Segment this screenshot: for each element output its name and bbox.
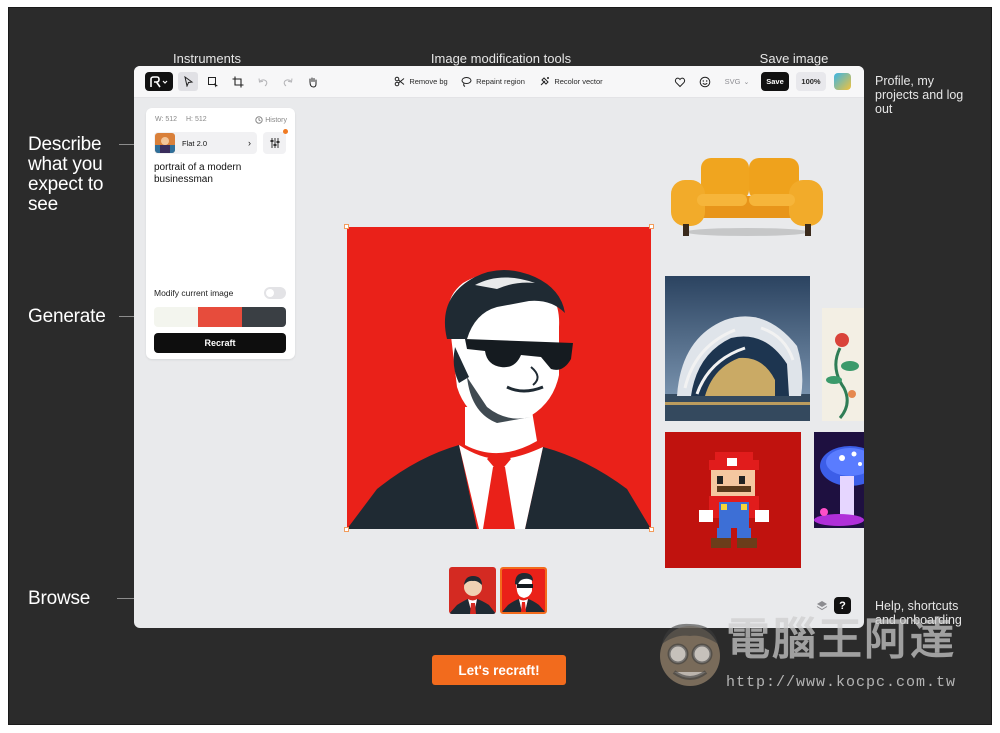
remove-bg-button[interactable]: Remove bg: [392, 72, 450, 91]
smile-face-icon: [699, 76, 711, 87]
community-button[interactable]: [696, 72, 714, 91]
lets-recraft-button[interactable]: Let's recraft!: [432, 655, 566, 685]
watermark: 電腦王阿達 http://www.kocpc.com.tw: [652, 614, 962, 696]
zoom-level-button[interactable]: 100%: [796, 72, 826, 91]
selection-handle[interactable]: [344, 527, 349, 532]
redo-icon: [283, 77, 293, 86]
toolbar: Remove bg Repaint region Recolor vector …: [134, 66, 864, 98]
canvas-image-building[interactable]: [665, 276, 810, 421]
save-button[interactable]: Save: [761, 72, 789, 91]
history-button[interactable]: History: [255, 116, 287, 124]
prompt-panel: W: 512 H: 512 History Flat 2.0 › portrai…: [146, 108, 295, 359]
sliders-icon: [270, 138, 279, 148]
layers-icon: [816, 601, 828, 611]
browse-thumbnails: [449, 567, 547, 614]
history-label: History: [265, 116, 287, 124]
label-save-image: Save image: [759, 51, 829, 66]
lasso-icon: [461, 77, 472, 87]
chevron-down-icon: ⌄: [743, 78, 750, 86]
undo-button[interactable]: [254, 72, 272, 91]
region-select-icon: [208, 76, 218, 87]
format-label: SVG: [724, 77, 741, 86]
region-select-button[interactable]: [204, 72, 222, 91]
canvas-main-image[interactable]: [344, 224, 654, 532]
label-generate: Generate: [28, 306, 106, 327]
variant-thumbnail-image: [449, 567, 496, 614]
recolor-vector-label: Recolor vector: [554, 77, 603, 86]
style-thumbnail: [155, 133, 175, 153]
watermark-url: http://www.kocpc.com.tw: [726, 674, 957, 691]
layers-button[interactable]: [814, 598, 830, 614]
mascot-logo-icon: [660, 623, 720, 686]
crop-frame-icon: [232, 76, 244, 87]
label-profile: Profile, my projects and log out: [875, 74, 964, 116]
variant-thumbnail-image: [502, 569, 545, 612]
repaint-region-button[interactable]: Repaint region: [460, 72, 526, 91]
repaint-region-label: Repaint region: [476, 77, 525, 86]
prompt-input[interactable]: portrait of a modern businessman: [154, 162, 286, 186]
canvas-image-sofa[interactable]: [667, 154, 827, 238]
width-value: W: 512: [155, 116, 178, 123]
undo-icon: [258, 77, 268, 86]
chevron-right-icon: ›: [248, 138, 251, 148]
palette-swatch[interactable]: [154, 307, 198, 327]
modify-current-image-toggle[interactable]: [264, 287, 286, 299]
label-browse: Browse: [28, 588, 91, 609]
modify-current-image-label: Modify current image: [154, 288, 234, 298]
account-menu-button[interactable]: [145, 72, 173, 91]
redo-button[interactable]: [279, 72, 297, 91]
feedback-button[interactable]: [671, 72, 689, 91]
pixel-mario-image: [665, 432, 801, 568]
hand-tool-button[interactable]: [304, 72, 322, 91]
heart-icon: [674, 77, 686, 87]
thumbnail-variant[interactable]: [449, 567, 496, 614]
scissors-icon: [395, 76, 405, 87]
notification-dot: [283, 129, 288, 134]
glowing-mushroom-image: [814, 432, 864, 528]
recraft-button[interactable]: Recraft: [154, 333, 286, 353]
floral-art-image: [822, 308, 864, 421]
clock-icon: [255, 116, 263, 124]
sofa-image: [671, 158, 823, 236]
label-image-modification-tools: Image modification tools: [430, 51, 572, 66]
watermark-title: 電腦王阿達: [726, 615, 956, 664]
businessman-portrait-image: [347, 227, 651, 529]
profile-avatar[interactable]: [834, 73, 851, 90]
label-instruments: Instruments: [173, 51, 241, 66]
height-value: H: 512: [186, 116, 207, 123]
recolor-vector-button[interactable]: Recolor vector: [537, 72, 605, 91]
recolor-icon: [540, 77, 550, 86]
frame-tool-button[interactable]: [229, 72, 247, 91]
hand-icon: [309, 77, 317, 88]
recraft-logo-icon: [150, 75, 168, 87]
palette-swatch[interactable]: [198, 307, 242, 327]
canvas-image-mushroom[interactable]: [814, 432, 864, 528]
selection-handle[interactable]: [344, 224, 349, 229]
thumbnail-variant-selected[interactable]: [500, 567, 547, 614]
question-mark-icon: ?: [839, 599, 846, 612]
canvas-image-flowers[interactable]: [822, 308, 864, 421]
cursor-arrow-icon: [183, 76, 193, 87]
remove-bg-label: Remove bg: [409, 77, 448, 86]
format-select[interactable]: SVG ⌄: [722, 72, 752, 91]
style-name: Flat 2.0: [182, 138, 208, 148]
label-describe: Describe what you expect to see: [28, 134, 104, 215]
settings-button[interactable]: [263, 129, 288, 154]
futuristic-building-image: [665, 276, 810, 421]
selection-handle[interactable]: [649, 224, 654, 229]
canvas-image-mario[interactable]: [665, 432, 801, 568]
selection-handle[interactable]: [649, 527, 654, 532]
app-window: Remove bg Repaint region Recolor vector …: [134, 66, 864, 628]
select-tool-button[interactable]: [178, 72, 198, 91]
palette-swatch[interactable]: [242, 307, 286, 327]
style-picker[interactable]: Flat 2.0 ›: [154, 132, 257, 154]
color-palette[interactable]: [154, 307, 286, 327]
help-button[interactable]: ?: [834, 597, 851, 614]
